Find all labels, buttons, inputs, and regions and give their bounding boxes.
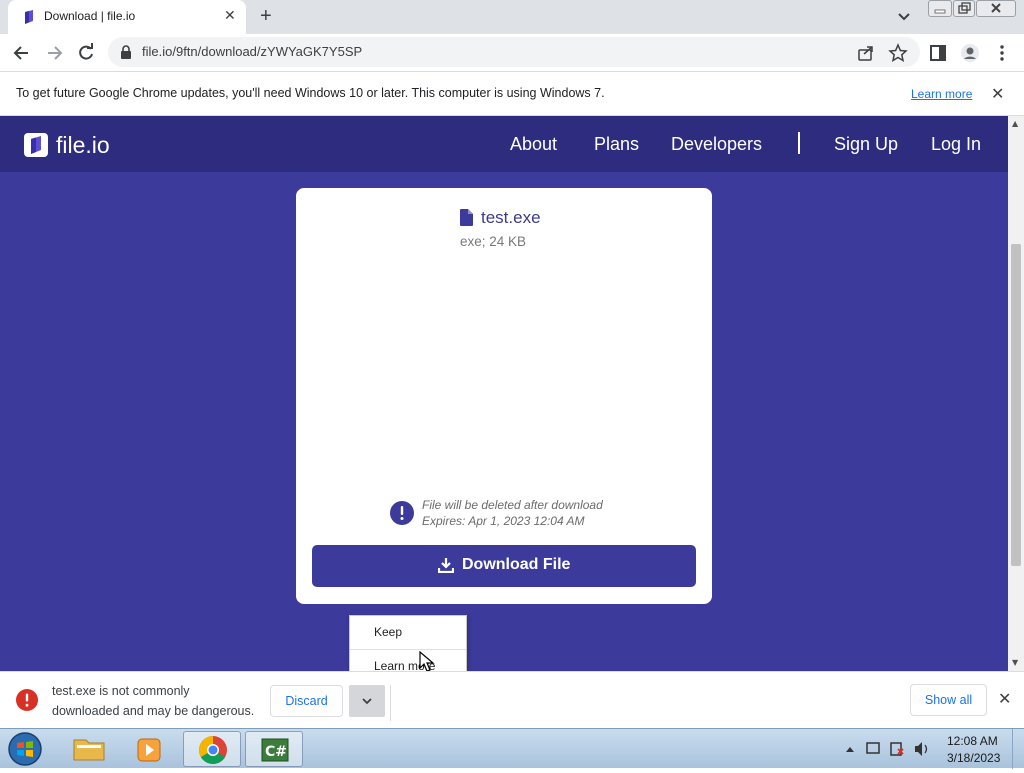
tab-search-chevron-icon[interactable]: [896, 8, 912, 24]
back-arrow-icon[interactable]: [12, 43, 32, 63]
discard-button-label: Discard: [285, 694, 328, 708]
infobar-learn-more-link[interactable]: Learn more: [911, 87, 972, 101]
lock-icon[interactable]: [120, 45, 132, 59]
url-text: file.io/9ftn/download/zYWYaGK7Y5SP: [142, 44, 363, 59]
file-icon: [460, 209, 473, 226]
nav-link-about[interactable]: About: [510, 134, 557, 155]
update-infobar: To get future Google Chrome updates, you…: [0, 71, 1024, 116]
restore-button[interactable]: [953, 0, 975, 17]
shelf-divider: [390, 685, 391, 721]
file-name: test.exe: [481, 208, 541, 227]
chrome-icon: [199, 736, 227, 764]
windows-start-orb-icon[interactable]: [6, 731, 44, 767]
file-meta: exe; 24 KB: [460, 234, 527, 249]
scroll-down-arrow-icon[interactable]: ▼: [1012, 658, 1018, 667]
forward-arrow-icon[interactable]: [44, 43, 64, 63]
menu-item-keep[interactable]: Keep: [350, 616, 466, 648]
taskbar-media-player-button[interactable]: [121, 731, 179, 767]
share-icon[interactable]: [856, 43, 876, 63]
taskbar-csharp-button[interactable]: C#: [245, 731, 303, 767]
page-scrollbar[interactable]: ▲ ▼: [1008, 116, 1024, 671]
download-icon: [438, 558, 454, 573]
download-file-label: Download File: [462, 556, 571, 573]
file-io-favicon-icon: [25, 10, 33, 24]
nav-link-developers[interactable]: Developers: [671, 134, 762, 155]
mouse-pointer-icon: [419, 651, 435, 672]
show-all-button-label: Show all: [924, 693, 973, 707]
download-options-dropdown-button[interactable]: [349, 685, 385, 717]
download-shelf: test.exe is not commonly downloaded and …: [0, 671, 1024, 728]
file-io-logo-icon[interactable]: [24, 133, 48, 157]
taskbar-date[interactable]: 3/18/2023: [947, 751, 1000, 765]
tab-strip: Download | file.io ✕ +: [0, 0, 1024, 34]
browser-toolbar: file.io/9ftn/download/zYWYaGK7Y5SP: [0, 34, 1024, 71]
tray-icons: [846, 742, 928, 756]
taskbar-explorer-button[interactable]: [60, 731, 118, 767]
tab-active[interactable]: Download | file.io ✕: [8, 0, 246, 34]
chevron-down-icon: [362, 698, 372, 705]
infobar-close-icon[interactable]: ✕: [991, 84, 1004, 103]
tab-close-icon[interactable]: ✕: [224, 8, 236, 24]
nav-link-sign-up[interactable]: Sign Up: [834, 134, 898, 155]
side-panel-icon[interactable]: [928, 43, 948, 63]
profile-avatar-icon[interactable]: [960, 43, 980, 63]
bookmark-star-icon[interactable]: [888, 43, 908, 63]
discard-button[interactable]: Discard: [270, 685, 343, 717]
download-warning-line2: downloaded and may be dangerous.: [52, 704, 255, 718]
scroll-up-arrow-icon[interactable]: ▲: [1012, 119, 1018, 128]
media-player-icon: [137, 738, 161, 762]
page-viewport: file.io About Plans Developers Sign Up L…: [0, 116, 1008, 671]
csharp-app-icon: C#: [261, 738, 289, 762]
download-warning-line1: test.exe is not commonly: [52, 684, 190, 698]
download-file-button[interactable]: Download File: [312, 545, 696, 587]
download-card: test.exe exe; 24 KB File will be deleted…: [296, 188, 712, 604]
close-window-button[interactable]: [976, 0, 1016, 17]
address-bar[interactable]: file.io/9ftn/download/zYWYaGK7Y5SP: [108, 37, 920, 67]
menu-item-keep-label: Keep: [374, 625, 403, 639]
danger-warning-icon: [16, 689, 38, 711]
nav-link-log-in[interactable]: Log In: [931, 134, 981, 155]
nav-link-plans[interactable]: Plans: [594, 134, 639, 155]
menu-kebab-icon[interactable]: [992, 43, 1012, 63]
site-navbar: file.io About Plans Developers Sign Up L…: [0, 116, 1008, 172]
minimize-button[interactable]: [928, 0, 952, 17]
tab-title: Download | file.io: [44, 9, 136, 23]
nav-divider: [798, 132, 800, 154]
volume-icon[interactable]: [915, 742, 922, 756]
deletion-note: File will be deleted after download: [422, 498, 603, 512]
shelf-close-icon[interactable]: ✕: [998, 689, 1011, 708]
folder-icon: [73, 739, 105, 761]
show-desktop-button[interactable]: [1012, 729, 1024, 769]
show-hidden-icons-icon[interactable]: [846, 747, 854, 752]
expiry-note: Expires: Apr 1, 2023 12:04 AM: [422, 514, 585, 528]
scrollbar-thumb[interactable]: [1011, 244, 1021, 566]
show-all-button[interactable]: Show all: [910, 684, 987, 716]
logo-text[interactable]: file.io: [56, 132, 110, 159]
svg-text:C#: C#: [265, 744, 287, 760]
new-tab-button[interactable]: +: [260, 5, 272, 28]
reload-icon[interactable]: [76, 43, 96, 63]
windows-taskbar: C# 12:08 AM 3/18/2023: [0, 728, 1024, 769]
infobar-message: To get future Google Chrome updates, you…: [16, 86, 605, 100]
taskbar-chrome-button[interactable]: [183, 731, 241, 767]
exclamation-circle-icon: [390, 501, 414, 525]
network-icon[interactable]: [866, 742, 880, 754]
taskbar-time[interactable]: 12:08 AM: [947, 734, 998, 748]
